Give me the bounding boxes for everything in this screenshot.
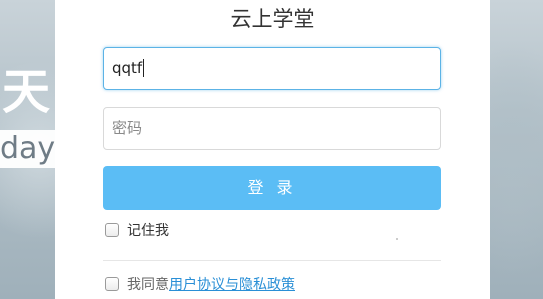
username-field[interactable]: qqtf <box>103 47 441 90</box>
agreement-prefix: 我同意 <box>127 277 169 293</box>
background-decor-word: day <box>0 131 56 166</box>
password-placeholder: 密码 <box>112 119 143 137</box>
agreement-checkbox[interactable] <box>105 277 119 291</box>
login-button[interactable]: 登 录 <box>103 166 441 210</box>
background-decor-word-box: day <box>0 130 60 168</box>
remember-me-label: 记住我 <box>127 223 169 239</box>
password-field[interactable]: 密码 <box>103 107 441 150</box>
username-value: qqtf <box>112 59 143 77</box>
remember-me[interactable]: 记住我 <box>105 219 169 241</box>
login-card: 云上学堂 qqtf 密码 登 录 记住我 我同意 用户协议与隐私政策 <box>55 0 490 299</box>
agreement: 我同意 用户协议与隐私政策 <box>105 273 295 295</box>
login-screen: 天 day 云上学堂 qqtf 密码 登 录 记住我 我同意 用户协议与隐私政策 <box>0 0 543 299</box>
decorative-dot <box>396 238 398 240</box>
text-caret <box>143 58 145 77</box>
page-title: 云上学堂 <box>230 7 315 31</box>
agreement-link[interactable]: 用户协议与隐私政策 <box>169 274 295 294</box>
divider <box>103 260 441 261</box>
background-decor-character: 天 <box>2 64 51 120</box>
remember-me-checkbox[interactable] <box>105 223 119 237</box>
